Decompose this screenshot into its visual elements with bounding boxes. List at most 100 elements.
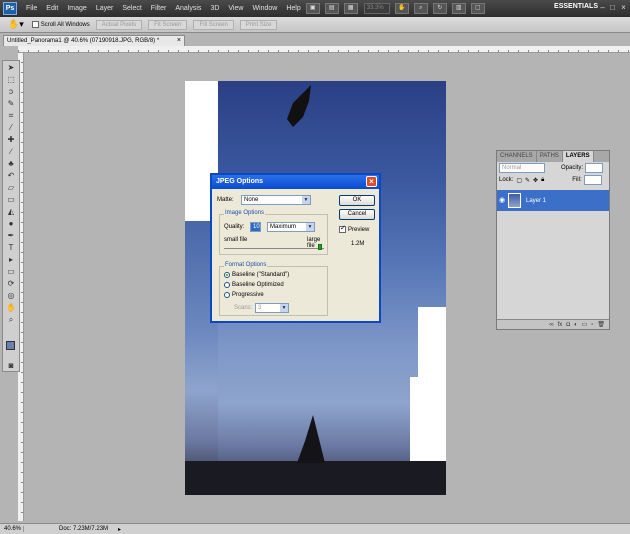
gradient-tool-icon[interactable]: ▭	[4, 195, 18, 205]
path-selection-tool-icon[interactable]: ▸	[4, 255, 18, 265]
zoom-status[interactable]: 40.6%	[4, 526, 24, 532]
3d-orbit-tool-icon[interactable]: ◎	[4, 291, 18, 301]
hand-tool-icon[interactable]: ✋	[394, 3, 409, 14]
minimize-icon[interactable]: –	[598, 3, 607, 12]
eraser-tool-icon[interactable]: ▱	[4, 183, 18, 193]
menu-filter[interactable]: Filter	[151, 5, 167, 12]
baseline-standard-option[interactable]: Baseline ("Standard")	[224, 272, 289, 278]
scroll-all-checkbox[interactable]	[31, 21, 39, 28]
rotate-view-icon[interactable]: ↻	[432, 3, 447, 14]
zoom-level-field[interactable]: 33.3%	[363, 3, 390, 14]
fill-screen-button[interactable]: Fill Screen	[193, 19, 234, 30]
close-icon[interactable]: ×	[366, 176, 377, 187]
dodge-tool-icon[interactable]: ●	[4, 219, 18, 229]
matte-label: Matte:	[217, 197, 234, 203]
ok-button[interactable]: OK	[339, 195, 375, 206]
menu-window[interactable]: Window	[252, 5, 277, 12]
view-extras-icon[interactable]: ▦	[343, 3, 358, 14]
close-icon[interactable]: ×	[619, 3, 628, 12]
opacity-input[interactable]	[585, 163, 604, 173]
blur-tool-icon[interactable]: ◭	[4, 207, 18, 217]
healing-brush-tool-icon[interactable]: ✚	[4, 135, 18, 145]
blend-mode-select[interactable]: Normal	[499, 163, 545, 173]
matte-select[interactable]: None ▼	[241, 195, 311, 205]
screen-mode-icon[interactable]: ▢	[470, 3, 485, 14]
baseline-optimized-radio[interactable]	[224, 282, 230, 288]
hand-tool-icon[interactable]: ✋	[4, 303, 18, 313]
quality-slider-track[interactable]	[224, 248, 324, 249]
quick-mask-icon[interactable]: ◙	[4, 361, 18, 371]
delete-layer-icon[interactable]: 🗑︎	[597, 321, 605, 328]
chevron-down-icon: ▼	[306, 223, 314, 231]
actual-pixels-button[interactable]: Actual Pixels	[95, 19, 143, 30]
bridge-icon[interactable]: ▣	[305, 3, 320, 14]
menu-edit[interactable]: Edit	[46, 5, 58, 12]
pen-tool-icon[interactable]: ✒	[4, 231, 18, 241]
menu-analysis[interactable]: Analysis	[175, 5, 201, 12]
new-group-icon[interactable]: ▭	[582, 321, 588, 328]
eyedropper-tool-icon[interactable]: ⁄	[4, 123, 18, 133]
menu-image[interactable]: Image	[67, 5, 86, 12]
type-tool-icon[interactable]: T	[4, 243, 18, 253]
crop-tool-icon[interactable]: ⌗	[4, 111, 18, 121]
layer-row[interactable]: ◉ Layer 1	[497, 190, 609, 211]
shape-tool-icon[interactable]: ▭	[4, 267, 18, 277]
progressive-option[interactable]: Progressive	[224, 292, 264, 298]
menu-select[interactable]: Select	[122, 5, 141, 12]
menu-help[interactable]: Help	[286, 5, 300, 12]
cancel-button[interactable]: Cancel	[339, 209, 375, 220]
tab-layers[interactable]: LAYERS	[562, 151, 594, 162]
visibility-eye-icon[interactable]: ◉	[499, 196, 505, 204]
marquee-tool-icon[interactable]: ⬚	[4, 75, 18, 85]
tab-close-icon[interactable]: ×	[177, 36, 181, 46]
toolbox: ➤ ⬚ ↄ ✎ ⌗ ⁄ ✚ ∕ ♣ ↶ ▱ ▭ ◭ ● ✒ T ▸ ▭ ⟳ ◎ …	[2, 60, 20, 372]
quick-select-tool-icon[interactable]: ✎	[4, 99, 18, 109]
dialog-titlebar[interactable]: JPEG Options ×	[212, 175, 379, 189]
zoom-tool-icon[interactable]: ⌕	[413, 3, 428, 14]
zoom-tool-icon[interactable]: ⌕	[4, 315, 18, 325]
status-menu-icon[interactable]: ▸	[118, 526, 121, 533]
move-tool-icon[interactable]: ➤	[4, 63, 18, 73]
brush-tool-icon[interactable]: ∕	[4, 147, 18, 157]
quality-slider-handle[interactable]	[318, 244, 322, 250]
preview-option[interactable]: ✓ Preview	[339, 225, 369, 233]
progressive-radio[interactable]	[224, 292, 230, 298]
menu-layer[interactable]: Layer	[96, 5, 114, 12]
hand-tool-preset-icon[interactable]: ✋▾	[8, 19, 24, 30]
workspace-switcher[interactable]: ESSENTIALS	[554, 3, 598, 10]
new-layer-icon[interactable]: ▫	[591, 322, 593, 328]
lock-all-icon[interactable]: 🔒︎	[541, 177, 544, 184]
lock-pixels-icon[interactable]: ✎	[525, 177, 530, 184]
lock-label: Lock:	[499, 177, 514, 183]
add-mask-icon[interactable]: ◘	[566, 322, 570, 328]
fill-input[interactable]	[583, 175, 602, 185]
tab-channels[interactable]: CHANNELS	[497, 151, 537, 162]
file-size-readout: 1.2M	[351, 241, 365, 247]
clone-stamp-tool-icon[interactable]: ♣	[4, 159, 18, 169]
quality-input[interactable]: 10	[250, 222, 261, 232]
menu-3d[interactable]: 3D	[210, 5, 219, 12]
link-layers-icon[interactable]: ∞	[549, 322, 553, 328]
tab-paths[interactable]: PATHS	[537, 151, 563, 162]
print-size-button[interactable]: Print Size	[239, 19, 278, 30]
foreground-color-swatch[interactable]	[6, 341, 15, 350]
arrange-documents-icon[interactable]: ▥	[451, 3, 466, 14]
baseline-optimized-option[interactable]: Baseline Optimized	[224, 282, 284, 288]
lock-position-icon[interactable]: ✥	[533, 177, 538, 184]
fit-screen-button[interactable]: Fit Screen	[148, 19, 188, 30]
history-brush-tool-icon[interactable]: ↶	[4, 171, 18, 181]
minibridge-icon[interactable]: ▤	[324, 3, 339, 14]
menu-view[interactable]: View	[228, 5, 243, 12]
lasso-tool-icon[interactable]: ↄ	[4, 87, 18, 97]
preview-checkbox[interactable]: ✓	[339, 225, 346, 233]
maximize-icon[interactable]: □	[608, 3, 617, 12]
lock-transparent-icon[interactable]: ▢	[516, 177, 522, 184]
layer-style-icon[interactable]: fx	[558, 322, 563, 328]
3d-rotate-tool-icon[interactable]: ⟳	[4, 279, 18, 289]
scroll-all-windows-option[interactable]: Scroll All Windows	[31, 21, 90, 28]
adjustment-layer-icon[interactable]: ◐	[574, 322, 578, 328]
document-tab[interactable]: Untitled_Panorama1 @ 40.6% (07190918.JPG…	[3, 35, 185, 46]
menu-file[interactable]: File	[26, 5, 37, 12]
quality-preset-select[interactable]: Maximum ▼	[267, 222, 315, 232]
baseline-standard-radio[interactable]	[224, 272, 230, 278]
